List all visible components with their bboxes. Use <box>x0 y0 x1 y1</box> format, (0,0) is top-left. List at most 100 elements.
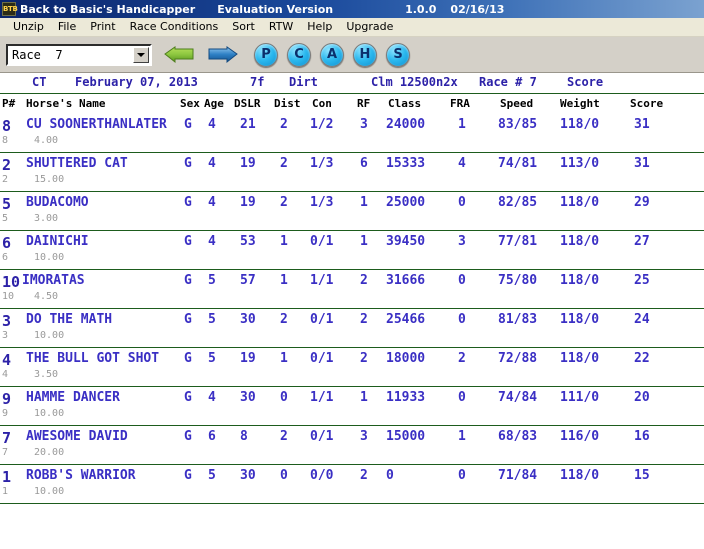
cell-dist: 1 <box>280 351 288 366</box>
cell-name: AWESOME DAVID <box>26 429 128 444</box>
race-select[interactable]: Race 7 <box>6 43 152 66</box>
cell-odds: 20.00 <box>34 447 65 458</box>
cell-age: 6 <box>208 429 216 444</box>
cell-fra: 0 <box>458 273 466 288</box>
cell-pnum: 3 <box>2 312 12 330</box>
cell-sub-pnum: 7 <box>2 447 9 458</box>
previous-race-button[interactable] <box>162 43 196 67</box>
cell-rf: 1 <box>360 234 368 249</box>
analysis-button[interactable]: A <box>320 42 344 67</box>
cell-speed: 75/80 <box>498 273 538 288</box>
race-select-value: Race 7 <box>12 47 63 62</box>
column-header-dist: Dist <box>274 97 301 110</box>
cell-weight: 111/0 <box>560 390 600 405</box>
cell-sub-pnum: 10 <box>2 291 15 302</box>
cell-class: 39450 <box>386 234 426 249</box>
menu-item-file[interactable]: File <box>51 19 83 35</box>
cell-dist: 1 <box>280 234 288 249</box>
table-row[interactable]: 1 ROBB'S WARRIOR G 5 30 0 0/0 2 0 0 71/84 118/0 15 1 1… <box>0 465 704 504</box>
menu-item-help[interactable]: Help <box>300 19 339 35</box>
cell-weight: 116/0 <box>560 429 600 444</box>
menu-item-print[interactable]: Print <box>83 19 122 35</box>
cell-name: DAINICHI <box>26 234 89 249</box>
cell-speed: 83/85 <box>498 117 538 132</box>
cell-class: 15000 <box>386 429 426 444</box>
cell-sex: G <box>184 390 192 405</box>
cell-fra: 2 <box>458 351 466 366</box>
column-header-score: Score <box>630 97 664 110</box>
menu-item-sort[interactable]: Sort <box>225 19 262 35</box>
cell-speed: 74/81 <box>498 156 538 171</box>
cell-sex: G <box>184 468 192 483</box>
cell-sex: G <box>184 312 192 327</box>
cell-odds: 10.00 <box>34 486 65 497</box>
table-row[interactable]: 9 HAMME DANCER G 4 30 0 1/1 1 11933 0 74/84 111/0 20… <box>0 387 704 426</box>
menu-item-unzip[interactable]: Unzip <box>6 19 51 35</box>
cell-con: 0/1 <box>310 429 334 444</box>
cell-name: HAMME DANCER <box>26 390 120 405</box>
next-race-button[interactable] <box>206 43 240 67</box>
cell-pnum: 8 <box>2 117 12 135</box>
horse-entry-list: 8 CU SOONERTHANLATER G 4 21 2 1/2 3 24000 1 83/85 1… <box>0 114 704 504</box>
chevron-down-icon[interactable] <box>133 46 149 63</box>
app-icon: BTB <box>2 2 18 16</box>
race-distance: 7f <box>250 75 265 89</box>
table-row[interactable]: 4 THE BULL GOT SHOT G 5 19 1 0/1 2 18000 2 72/88 11… <box>0 348 704 387</box>
menu-item-upgrade[interactable]: Upgrade <box>339 19 400 35</box>
cell-dist: 2 <box>280 429 288 444</box>
cell-class: 11933 <box>386 390 426 405</box>
cell-age: 4 <box>208 234 216 249</box>
table-row[interactable]: 2 SHUTTERED CAT G 4 19 2 1/3 6 15333 4 74/81 113/0 3… <box>0 153 704 192</box>
table-row[interactable]: 3 DO THE MATH G 5 30 2 0/1 2 25466 0 81/83 118/0 24 3… <box>0 309 704 348</box>
column-header-name: Horse's Name <box>26 97 106 110</box>
cell-score: 16 <box>634 429 650 444</box>
cell-pnum: 7 <box>2 429 12 447</box>
table-row[interactable]: 10 IMORATAS G 5 57 1 1/1 2 31666 0 75/80 118/0 25 10 4… <box>0 270 704 309</box>
cell-pnum: 9 <box>2 390 12 408</box>
right-arrow-icon <box>208 45 238 63</box>
cell-con: 0/1 <box>310 234 334 249</box>
cell-score: 31 <box>634 156 650 171</box>
horse-button[interactable]: H <box>353 42 377 67</box>
cell-con: 0/1 <box>310 312 334 327</box>
column-header-pnum: P# <box>2 97 16 110</box>
cell-name: IMORATAS <box>22 273 85 288</box>
menu-item-rtw[interactable]: RTW <box>262 19 300 35</box>
cell-weight: 118/0 <box>560 312 600 327</box>
class-button[interactable]: C <box>287 42 311 67</box>
cell-name: THE BULL GOT SHOT <box>26 351 160 366</box>
window-edition-text: Evaluation Version <box>217 2 334 16</box>
cell-sub-pnum: 8 <box>2 135 9 146</box>
race-score-label: Score <box>567 75 604 89</box>
table-row[interactable]: 6 DAINICHI G 4 53 1 0/1 1 39450 3 77/81 118/0 27 6 10.… <box>0 231 704 270</box>
cell-sub-pnum: 6 <box>2 252 9 263</box>
title-bar: BTB Back to Basic's Handicapper Evaluatio… <box>0 0 704 18</box>
past-performance-button[interactable]: P <box>254 42 278 67</box>
cell-name: ROBB'S WARRIOR <box>26 468 136 483</box>
cell-fra: 0 <box>458 195 466 210</box>
table-row[interactable]: 5 BUDACOMO G 4 19 2 1/3 1 25000 0 82/85 118/0 29 5 3.0… <box>0 192 704 231</box>
cell-fra: 4 <box>458 156 466 171</box>
cell-con: 0/0 <box>310 468 334 483</box>
menu-item-race-conditions[interactable]: Race Conditions <box>123 19 226 35</box>
cell-name: BUDACOMO <box>26 195 89 210</box>
cell-fra: 0 <box>458 312 466 327</box>
cell-con: 1/1 <box>310 273 334 288</box>
speed-button[interactable]: S <box>386 42 410 67</box>
cell-odds: 3.00 <box>34 213 59 224</box>
cell-rf: 2 <box>360 273 368 288</box>
cell-speed: 74/84 <box>498 390 538 405</box>
cell-odds: 4.00 <box>34 135 59 146</box>
cell-age: 4 <box>208 156 216 171</box>
window-title-text: Back to Basic's Handicapper <box>20 2 196 16</box>
cell-fra: 0 <box>458 390 466 405</box>
cell-pnum: 1 <box>2 468 12 486</box>
cell-age: 4 <box>208 195 216 210</box>
cell-weight: 118/0 <box>560 351 600 366</box>
cell-sex: G <box>184 351 192 366</box>
cell-fra: 0 <box>458 468 466 483</box>
cell-odds: 15.00 <box>34 174 65 185</box>
cell-pnum: 5 <box>2 195 12 213</box>
table-row[interactable]: 7 AWESOME DAVID G 6 8 2 0/1 3 15000 1 68/83 116/0 16… <box>0 426 704 465</box>
table-row[interactable]: 8 CU SOONERTHANLATER G 4 21 2 1/2 3 24000 1 83/85 1… <box>0 114 704 153</box>
